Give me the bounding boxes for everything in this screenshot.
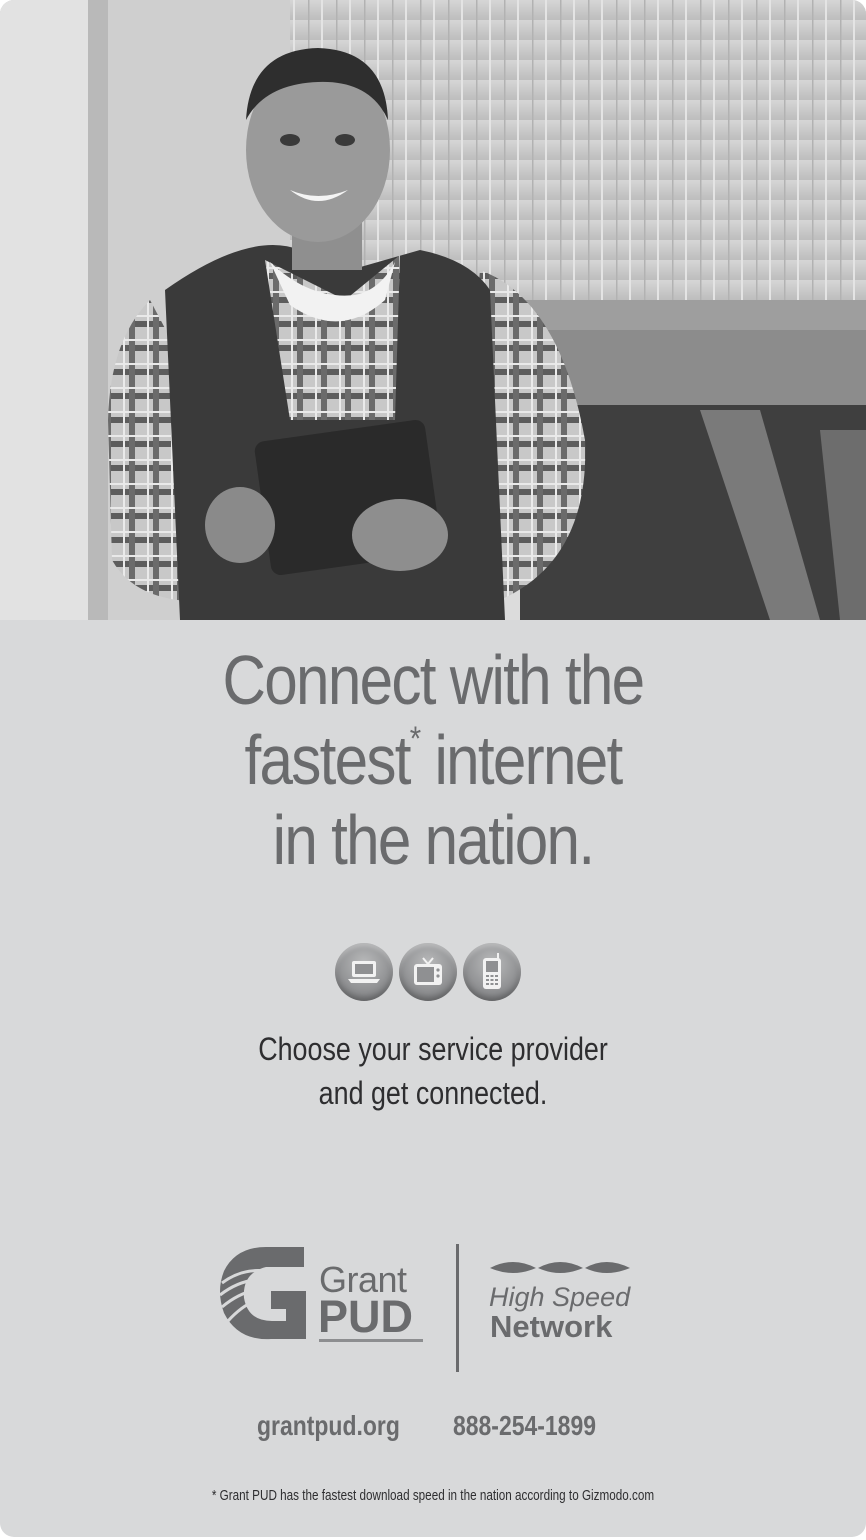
- headline-fastest: fastest: [244, 721, 411, 799]
- tv-icon: [399, 943, 457, 1001]
- footnote: * Grant PUD has the fastest download spe…: [211, 1487, 655, 1504]
- headline-line-3: in the nation.: [272, 801, 595, 879]
- network-wave-icon: [490, 1262, 630, 1273]
- grant-pud-logo: Grant PUD: [216, 1243, 431, 1348]
- grant-pud-g-mark-icon: [219, 1247, 306, 1340]
- headline-internet: internet: [419, 721, 623, 799]
- phone-number[interactable]: 888-254-1899: [453, 1410, 596, 1442]
- headline-line-2: fastest* internet: [61, 720, 806, 800]
- service-icons: [335, 943, 521, 1001]
- website-link[interactable]: grantpud.org: [257, 1410, 400, 1442]
- hero-photo: [0, 0, 866, 620]
- subhead-line-2: and get connected.: [318, 1075, 548, 1111]
- worker-with-tablet-photo: [0, 0, 866, 620]
- logo-underline: [319, 1339, 423, 1342]
- hsn-wordmark: Network: [490, 1309, 613, 1344]
- high-speed-network-logo: High Speed Network: [488, 1256, 648, 1346]
- subhead: Choose your service provider and get con…: [69, 1027, 796, 1115]
- pud-wordmark: PUD: [318, 1291, 414, 1342]
- logo-divider: [456, 1244, 459, 1372]
- headline-line-1: Connect with the: [222, 641, 646, 719]
- laptop-icon: [335, 943, 393, 1001]
- ad-card: Connect with the fastest* internet in th…: [0, 0, 866, 1537]
- mobile-phone-icon: [463, 943, 521, 1001]
- subhead-line-1: Choose your service provider: [258, 1031, 608, 1067]
- headline: Connect with the fastest* internet in th…: [61, 640, 806, 880]
- footnote-marker: *: [409, 720, 421, 758]
